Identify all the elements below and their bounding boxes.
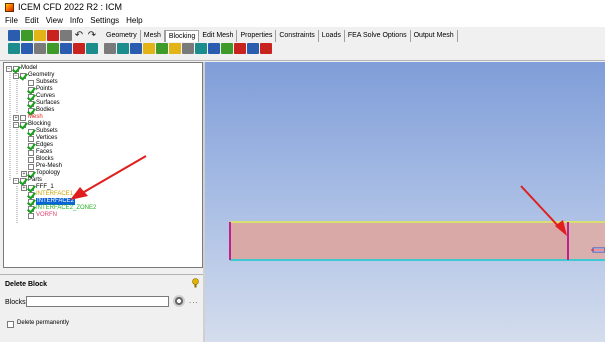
pre-mesh-smooth-icon[interactable] — [234, 43, 246, 54]
tab-edit-mesh[interactable]: Edit Mesh — [199, 30, 238, 42]
title-bar: ICEM CFD 2022 R2 : ICM — [0, 0, 605, 14]
icem-window: ICEM CFD 2022 R2 : ICM File Edit View In… — [0, 0, 605, 342]
tab-output-mesh[interactable]: Output Mesh — [411, 30, 458, 42]
associate-icon[interactable] — [156, 43, 168, 54]
menu-bar: File Edit View Info Settings Help — [0, 14, 605, 27]
app-logo-icon — [5, 2, 14, 12]
edit-block-icon[interactable] — [143, 43, 155, 54]
more-options-button[interactable]: ... — [189, 296, 199, 305]
delete-block-icon[interactable] — [260, 43, 272, 54]
edit-edge-icon[interactable] — [195, 43, 207, 54]
measure-icon[interactable] — [8, 43, 20, 54]
function-tabs: Geometry Mesh Blocking Edit Mesh Propert… — [103, 30, 458, 42]
tab-loads[interactable]: Loads — [319, 30, 345, 42]
menu-file[interactable]: File — [5, 16, 18, 25]
menu-help[interactable]: Help — [126, 16, 142, 25]
blocks-label: Blocks — [5, 299, 26, 306]
blocks-input[interactable] — [26, 296, 169, 307]
edit-icon[interactable] — [34, 30, 46, 41]
transform-icon[interactable] — [60, 43, 72, 54]
display-icon[interactable] — [47, 43, 59, 54]
tab-blocking[interactable]: Blocking — [164, 30, 200, 42]
help-icon[interactable] — [191, 278, 200, 289]
move-vertex-icon[interactable] — [169, 43, 181, 54]
second-block-region[interactable] — [569, 223, 605, 259]
block-checks-icon[interactable] — [247, 43, 259, 54]
menu-info[interactable]: Info — [70, 16, 83, 25]
menu-view[interactable]: View — [46, 16, 63, 25]
menu-settings[interactable]: Settings — [90, 16, 119, 25]
settings-icon[interactable] — [86, 43, 98, 54]
transform-blocks-icon[interactable] — [182, 43, 194, 54]
tab-properties[interactable]: Properties — [237, 30, 277, 42]
menu-edit[interactable]: Edit — [25, 16, 39, 25]
pre-mesh-quality-icon[interactable] — [221, 43, 233, 54]
view-icon[interactable] — [73, 43, 85, 54]
open-icon[interactable] — [21, 30, 33, 41]
pre-mesh-params-icon[interactable] — [208, 43, 220, 54]
fit-icon[interactable] — [21, 43, 33, 54]
graphics-viewport[interactable] — [205, 62, 605, 342]
annotation-arrow-tree — [70, 155, 147, 200]
toolbar-area: ↶ ↷ Geometry Mesh Blocking Edit Mesh Pro… — [0, 27, 605, 61]
main-toolbar-row-1: ↶ ↷ — [8, 30, 99, 41]
redo-icon[interactable]: ↷ — [86, 30, 98, 41]
undo-icon[interactable]: ↶ — [73, 30, 85, 41]
delete-permanently-checkbox[interactable] — [7, 321, 14, 328]
tab-mesh[interactable]: Mesh — [141, 30, 165, 42]
model-display — [229, 185, 605, 261]
main-toolbar-row-2 — [8, 43, 99, 54]
save-icon[interactable] — [8, 30, 20, 41]
select-blocks-icon[interactable] — [173, 295, 185, 307]
create-block-icon[interactable] — [104, 43, 116, 54]
geometry-icon[interactable] — [60, 30, 72, 41]
block-region[interactable] — [230, 222, 605, 260]
delete-permanently-label: Delete permanently — [17, 320, 70, 326]
tab-geometry[interactable]: Geometry — [103, 30, 141, 42]
tab-fea-solve-options[interactable]: FEA Solve Options — [345, 30, 411, 42]
color-icon[interactable] — [47, 30, 59, 41]
window-title: ICEM CFD 2022 R2 : ICM — [18, 2, 123, 12]
tab-constraints[interactable]: Constraints — [276, 30, 319, 42]
panel-title: Delete Block — [5, 281, 48, 288]
delete-block-panel: Delete Block Blocks ... Delete permanent… — [0, 274, 205, 342]
blocking-toolbar — [104, 43, 273, 54]
split-block-icon[interactable] — [117, 43, 129, 54]
model-tree: − Model − Geometry Subsets Points Curves… — [3, 62, 203, 268]
merge-vertices-icon[interactable] — [130, 43, 142, 54]
zoom-icon[interactable] — [34, 43, 46, 54]
